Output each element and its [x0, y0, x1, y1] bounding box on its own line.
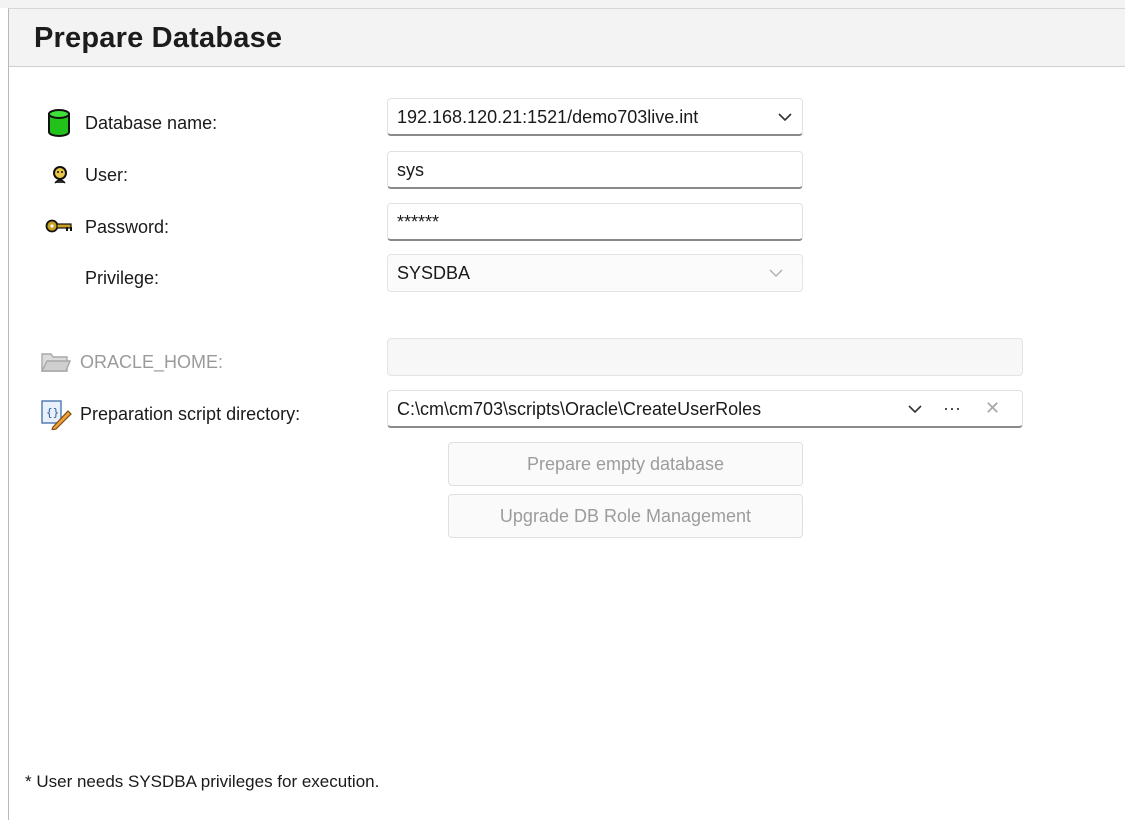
- database-icon: [48, 109, 70, 137]
- script-directory-label: Preparation script directory:: [80, 404, 301, 424]
- upgrade-db-role-management-button[interactable]: Upgrade DB Role Management: [448, 494, 803, 538]
- privilege-value: SYSDBA: [397, 263, 471, 283]
- user-label: User:: [85, 165, 129, 185]
- password-input[interactable]: ******: [387, 203, 803, 241]
- chevron-down-icon: [769, 269, 783, 277]
- privilege-label: Privilege:: [85, 268, 160, 288]
- user-icon: [53, 166, 67, 184]
- prepare-empty-database-button[interactable]: Prepare empty database: [448, 442, 803, 486]
- database-name-select[interactable]: 192.168.120.21:1521/demo703live.int: [387, 98, 803, 136]
- database-name-label: Database name:: [85, 113, 218, 133]
- svg-text:{}: {}: [46, 406, 59, 419]
- script-directory-value: C:\cm\cm703\scripts\Oracle\CreateUserRol…: [397, 399, 762, 419]
- prepare-database-panel: Prepare Database Database name: 192.168.…: [8, 8, 1125, 820]
- oracle-home-label: ORACLE_HOME:: [80, 352, 224, 372]
- user-input[interactable]: sys: [387, 151, 803, 189]
- footnote: * User needs SYSDBA privileges for execu…: [25, 772, 380, 791]
- title-bar: Prepare Database: [9, 9, 1125, 67]
- script-edit-icon: {}: [41, 400, 72, 430]
- page-title: Prepare Database: [34, 22, 283, 54]
- clear-button[interactable]: ✕: [985, 391, 1000, 426]
- key-icon: [45, 219, 72, 233]
- oracle-home-input: [387, 338, 1023, 376]
- database-name-value: 192.168.120.21:1521/demo703live.int: [397, 107, 699, 127]
- browse-button[interactable]: ···: [943, 391, 961, 426]
- chevron-down-icon[interactable]: [907, 402, 923, 416]
- script-directory-combo[interactable]: C:\cm\cm703\scripts\Oracle\CreateUserRol…: [387, 390, 1023, 428]
- top-strip: [0, 0, 1125, 8]
- password-label: Password:: [85, 217, 170, 237]
- privilege-select[interactable]: SYSDBA: [387, 254, 803, 292]
- chevron-down-icon: [778, 113, 792, 122]
- folder-icon: [41, 353, 71, 372]
